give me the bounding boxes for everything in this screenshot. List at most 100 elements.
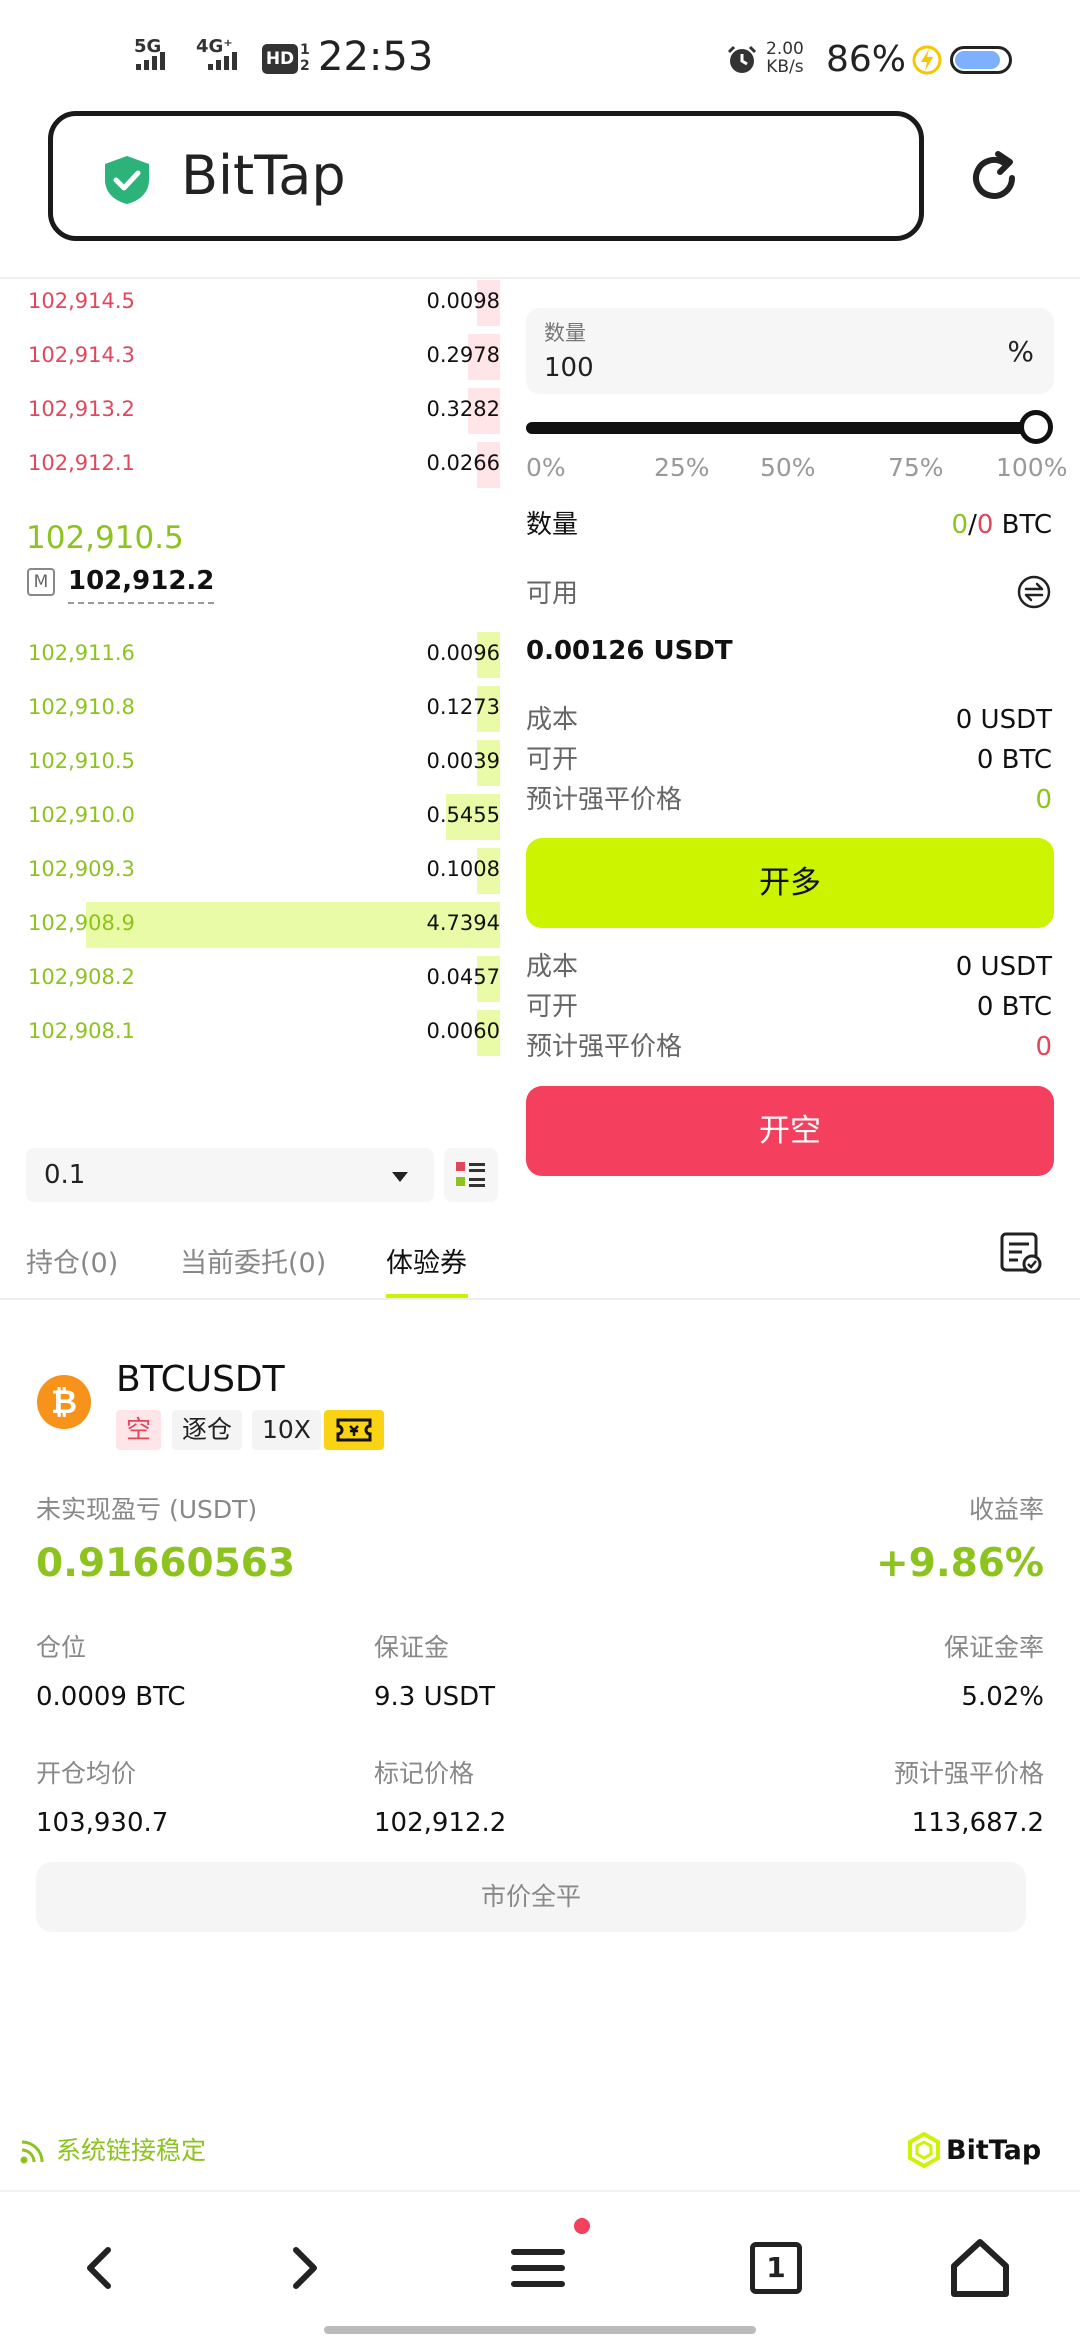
available-label: 可用 xyxy=(526,579,579,609)
ask-row[interactable]: 102,912.1 0.0266 xyxy=(0,436,500,490)
market-close-all-button[interactable]: 市价全平 xyxy=(36,1862,1026,1932)
short-liq-value: 0 xyxy=(1035,1032,1052,1062)
size-label: 仓位 xyxy=(36,1633,87,1662)
ask-price: 102,914.3 xyxy=(28,343,135,367)
quantity-input-value: 100 xyxy=(544,353,594,383)
position-symbol: BTCUSDT xyxy=(116,1359,285,1400)
pnl-value: 0.91660563 xyxy=(36,1541,296,1586)
bid-qty: 0.0060 xyxy=(426,1019,500,1043)
bid-qty: 0.0457 xyxy=(426,965,500,989)
roe-value: +9.86% xyxy=(876,1541,1044,1586)
open-long-button[interactable]: 开多 xyxy=(526,838,1054,928)
long-open-label: 可开 xyxy=(526,745,579,775)
ask-qty: 0.0098 xyxy=(426,289,500,313)
home-icon[interactable] xyxy=(940,2228,1020,2308)
menu-icon[interactable] xyxy=(498,2228,578,2308)
tabs-button[interactable]: 1 xyxy=(736,2228,816,2308)
bid-row[interactable]: 102,908.2 0.0457 xyxy=(0,950,500,1004)
shield-check-icon xyxy=(105,156,149,204)
mark-price-label: 标记价格 xyxy=(374,1759,475,1788)
tab-positions[interactable]: 持仓(0) xyxy=(26,1246,118,1282)
back-icon[interactable] xyxy=(60,2228,140,2308)
bid-price: 102,911.6 xyxy=(28,641,135,665)
side-tag: 空 xyxy=(116,1410,162,1450)
tab-count: 1 xyxy=(750,2242,802,2294)
long-cost-label: 成本 xyxy=(526,705,579,735)
mark-price-value: 102,912.2 xyxy=(374,1808,507,1838)
long-liq-label: 预计强平价格 xyxy=(526,785,683,815)
menu-notification-dot xyxy=(574,2218,590,2234)
entry-price-label: 开仓均价 xyxy=(36,1759,137,1788)
tabs-divider xyxy=(0,1298,1080,1300)
network-speed: 2.00 KB/s xyxy=(766,39,804,77)
margin-ratio-value: 5.02% xyxy=(961,1682,1044,1712)
tab-trial-voucher[interactable]: 体验券 xyxy=(386,1246,467,1282)
bid-qty: 0.0096 xyxy=(426,641,500,665)
size-value: 0.0009 BTC xyxy=(36,1682,186,1712)
bid-price: 102,909.3 xyxy=(28,857,135,881)
liq-price-label: 预计强平价格 xyxy=(893,1759,1044,1788)
slider-handle[interactable] xyxy=(1019,410,1053,444)
bid-row[interactable]: 102,909.3 0.1008 xyxy=(0,842,500,896)
liq-price-value: 113,687.2 xyxy=(911,1808,1044,1838)
brand-logo: BitTap xyxy=(906,2128,1041,2172)
brand-text: BitTap xyxy=(946,2134,1042,2166)
open-short-button[interactable]: 开空 xyxy=(526,1086,1054,1176)
short-cost-label: 成本 xyxy=(526,952,579,982)
ask-qty: 0.2978 xyxy=(426,343,500,367)
bid-qty: 0.1273 xyxy=(426,695,500,719)
margin-value: 9.3 USDT xyxy=(374,1682,496,1712)
ask-row[interactable]: 102,913.2 0.3282 xyxy=(0,382,500,436)
alarm-icon xyxy=(727,45,757,73)
address-bar[interactable]: BitTap xyxy=(48,111,924,241)
bitcoin-icon: ₿ xyxy=(37,1375,91,1429)
tab-open-orders[interactable]: 当前委托(0) xyxy=(180,1246,326,1282)
orderbook-layout-button[interactable] xyxy=(444,1148,498,1202)
connection-status-text: 系统链接稳定 xyxy=(56,2136,207,2165)
ask-qty: 0.0266 xyxy=(426,451,500,475)
trial-voucher-tag xyxy=(324,1410,384,1450)
chevron-down-icon xyxy=(392,1172,408,1182)
bid-price: 102,908.9 xyxy=(28,911,135,935)
bid-row[interactable]: 102,910.5 0.0039 xyxy=(0,734,500,788)
order-history-icon[interactable] xyxy=(998,1230,1044,1276)
bid-price: 102,908.1 xyxy=(28,1019,135,1043)
bid-row[interactable]: 102,910.8 0.1273 xyxy=(0,680,500,734)
site-title: BitTap xyxy=(181,144,346,207)
ask-row[interactable]: 102,914.5 0.0098 xyxy=(0,274,500,328)
short-cost-value: 0 USDT xyxy=(955,952,1052,982)
quantity-unit: % xyxy=(1007,335,1034,368)
bid-price: 102,910.8 xyxy=(28,695,135,719)
transfer-icon[interactable] xyxy=(1016,574,1052,610)
slider-tick[interactable]: 25% xyxy=(654,452,710,484)
signal-4g-icon xyxy=(208,52,237,70)
bid-row[interactable]: 102,908.1 0.0060 xyxy=(0,1004,500,1058)
mark-price[interactable]: 102,912.2 xyxy=(68,564,215,604)
leverage-tag: 10X xyxy=(252,1410,321,1450)
roe-label: 收益率 xyxy=(968,1495,1044,1524)
ask-row[interactable]: 102,914.3 0.2978 xyxy=(0,328,500,382)
bid-row[interactable]: 102,908.9 4.7394 xyxy=(0,896,500,950)
bid-price: 102,910.5 xyxy=(28,749,135,773)
precision-select[interactable]: 0.1 xyxy=(26,1148,434,1202)
slider-tick[interactable]: 50% xyxy=(760,452,816,484)
bid-qty: 0.1008 xyxy=(426,857,500,881)
hd-sim-label: 12 xyxy=(300,42,310,74)
ask-price: 102,912.1 xyxy=(28,451,135,475)
quantity-slider[interactable] xyxy=(526,422,1036,434)
slider-tick[interactable]: 0% xyxy=(526,452,566,484)
quantity-input[interactable]: 数量 100 % xyxy=(526,308,1054,394)
slider-tick[interactable]: 75% xyxy=(888,452,944,484)
home-indicator[interactable] xyxy=(324,2326,756,2334)
bid-price: 102,910.0 xyxy=(28,803,135,827)
bid-row[interactable]: 102,911.6 0.0096 xyxy=(0,626,500,680)
clock: 22:53 xyxy=(318,34,434,80)
pnl-label: 未实现盈亏 (USDT) xyxy=(36,1495,258,1524)
bid-row[interactable]: 102,910.0 0.5455 xyxy=(0,788,500,842)
forward-icon[interactable] xyxy=(264,2228,344,2308)
long-open-value: 0 BTC xyxy=(976,745,1052,775)
slider-tick[interactable]: 100% xyxy=(996,452,1067,484)
bid-qty: 0.0039 xyxy=(426,749,500,773)
reload-icon[interactable] xyxy=(964,148,1024,208)
signal-5g-icon xyxy=(136,52,165,70)
